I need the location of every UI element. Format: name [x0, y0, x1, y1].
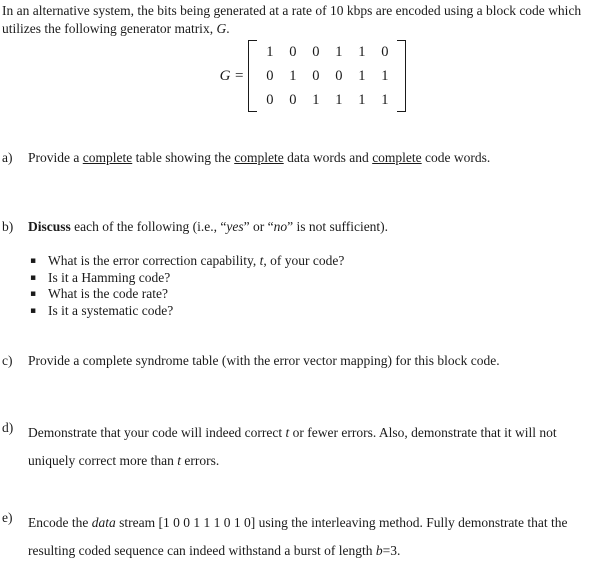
matrix-cell: 0	[266, 68, 274, 84]
matrix-cell: 1	[335, 92, 343, 108]
generator-matrix: G = 100110010011001111	[220, 40, 407, 112]
question-label: c)	[2, 353, 13, 368]
bullet-square-icon: ▪	[30, 289, 37, 299]
text-segment: Provide a	[28, 150, 83, 165]
matrix-cell: 1	[381, 68, 389, 84]
bullet-text: What is the error correction capability,…	[48, 253, 608, 270]
matrix-row: 001111	[258, 88, 396, 112]
bullet-item: ▪ What is the error correction capability…	[0, 253, 608, 270]
text-segment: yes	[226, 219, 244, 234]
matrix-cell: 1	[381, 92, 389, 108]
text-segment: =3.	[382, 543, 401, 558]
matrix-cell: 1	[358, 92, 366, 108]
text-segment: complete	[82, 150, 133, 165]
question-text: Provide a complete syndrome table (with …	[28, 352, 606, 370]
question-item-b: b) Discuss each of the following (i.e., “…	[2, 218, 606, 236]
matrix-cell: 0	[289, 92, 297, 108]
text-segment: complete	[372, 150, 422, 165]
bullet-text: Is it a Hamming code?	[48, 270, 608, 287]
text-segment: Is it a systematic code?	[48, 302, 174, 318]
matrix-cell: 0	[381, 44, 389, 60]
matrix-left-bracket	[248, 40, 258, 112]
question-item-c: c) Provide a complete syndrome table (wit…	[2, 352, 606, 370]
bullet-square-icon: ▪	[30, 272, 37, 283]
text-segment: ” is not sufficient).	[287, 219, 389, 234]
question-label: b)	[2, 219, 14, 234]
text-segment: complete	[234, 150, 284, 165]
matrix-equals-sign: =	[234, 67, 244, 84]
text-segment: ” or “	[243, 219, 274, 234]
bullet-square-icon: ▪	[30, 256, 37, 266]
matrix-label: G	[219, 67, 231, 84]
bullet-text: What is the code rate?	[48, 286, 608, 303]
matrix-cell: 1	[358, 68, 366, 84]
text-segment: , of your code?	[263, 253, 345, 268]
bullet-text: Is it a systematic code?	[48, 303, 608, 320]
matrix-right-bracket	[397, 40, 407, 112]
text-segment: each of the following (i.e., “	[70, 219, 227, 234]
matrix-cell: 0	[312, 68, 320, 84]
text-segment: Encode the	[28, 515, 92, 530]
intro-paragraph: In an alternative system, the bits being…	[2, 2, 606, 37]
matrix-cell: 1	[335, 44, 343, 60]
question-text: Discuss each of the following (i.e., “ye…	[28, 218, 606, 236]
question-text: Provide a complete table showing the com…	[28, 149, 606, 167]
document-page: In an alternative system, the bits being…	[0, 0, 608, 558]
matrix-grid: 100110010011001111	[258, 40, 396, 112]
matrix-cell: 0	[266, 92, 274, 108]
intro-line-2-post: .	[226, 20, 230, 36]
text-segment: Is it a Hamming code?	[48, 269, 171, 285]
intro-line-1: In an alternative system, the bits being…	[2, 3, 545, 18]
question-label: d)	[2, 420, 14, 435]
bullet-item: ▪ Is it a systematic code?	[0, 303, 608, 320]
intro-matrix-variable: G	[216, 20, 227, 36]
bullet-item: ▪ What is the code rate?	[0, 286, 608, 303]
matrix-cell: 1	[312, 92, 320, 108]
question-item-d: d) Demonstrate that your code will indeed…	[2, 419, 606, 475]
question-text: Encode the data stream [1 0 0 1 1 1 0 1 …	[28, 509, 606, 565]
matrix-cell: 1	[358, 44, 366, 60]
bullet-square-icon: ▪	[30, 305, 37, 316]
question-item-e: e) Encode the data stream [1 0 0 1 1 1 0 …	[2, 509, 606, 565]
question-text: Demonstrate that your code will indeed c…	[28, 419, 606, 475]
text-segment: table showing the	[132, 150, 235, 165]
text-segment: code words.	[421, 150, 491, 165]
text-segment: What is the code rate?	[48, 286, 168, 301]
text-segment: b	[375, 543, 383, 558]
text-segment: data words and	[283, 150, 373, 165]
bullet-list: ▪ What is the error correction capability…	[0, 253, 608, 319]
question-label: e)	[2, 510, 13, 525]
question-label: a)	[2, 150, 13, 165]
generator-matrix-block: G = 100110010011001111	[0, 40, 608, 112]
matrix-row: 010011	[258, 64, 396, 88]
text-segment: Discuss	[28, 219, 71, 234]
matrix-cell: 0	[289, 44, 297, 60]
text-segment: data	[91, 515, 116, 530]
text-segment: Provide a complete syndrome table (with …	[28, 353, 500, 368]
question-item-a: a) Provide a complete table showing the c…	[2, 149, 606, 167]
matrix-cell: 0	[335, 68, 343, 84]
matrix-cell: 1	[266, 44, 274, 60]
text-segment: What is the error correction capability,	[48, 253, 260, 268]
matrix-row: 100110	[258, 40, 396, 64]
text-segment: Demonstrate that your code will indeed c…	[28, 425, 286, 440]
matrix-cell: 0	[312, 44, 320, 60]
text-segment: no	[273, 219, 288, 234]
text-segment: errors.	[180, 453, 220, 468]
matrix-cell: 1	[289, 68, 297, 84]
bullet-item: ▪ Is it a Hamming code?	[0, 270, 608, 287]
